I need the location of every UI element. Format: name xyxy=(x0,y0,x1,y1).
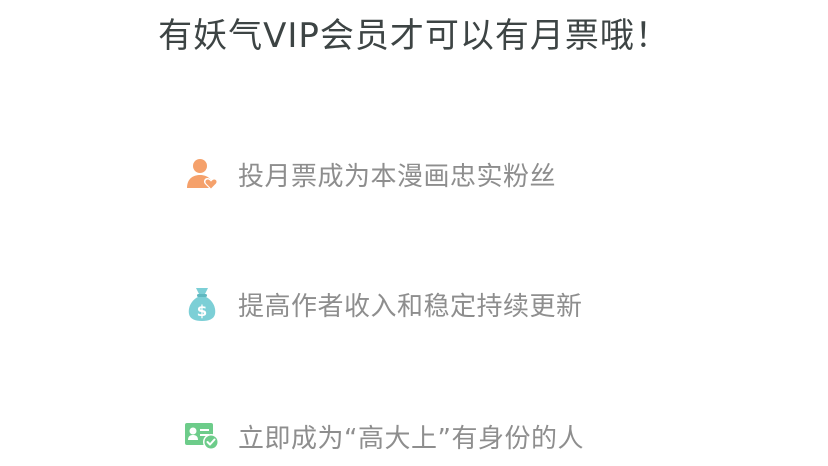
benefit-label: 提高作者收入和稳定持续更新 xyxy=(238,291,583,322)
benefit-item-fan: 投月票成为本漫画忠实粉丝 xyxy=(184,154,556,194)
benefit-label: 投月票成为本漫画忠实粉丝 xyxy=(238,161,557,192)
benefit-label: 立即成为“高大上”有身份的人 xyxy=(238,423,584,454)
svg-text:$: $ xyxy=(197,302,207,320)
vip-benefits-page: 有妖气VIP会员才可以有月票哦！ 投月票成为本漫画忠实粉丝 $ 提高作者收入和稳… xyxy=(0,0,828,466)
benefit-item-status: 立即成为“高大上”有身份的人 xyxy=(184,416,584,456)
page-title: 有妖气VIP会员才可以有月票哦！ xyxy=(158,16,670,56)
money-bag-icon: $ xyxy=(184,286,220,322)
benefit-item-income: $ 提高作者收入和稳定持续更新 xyxy=(184,284,583,324)
fan-user-heart-icon xyxy=(184,156,220,192)
verified-id-card-icon xyxy=(184,418,220,454)
